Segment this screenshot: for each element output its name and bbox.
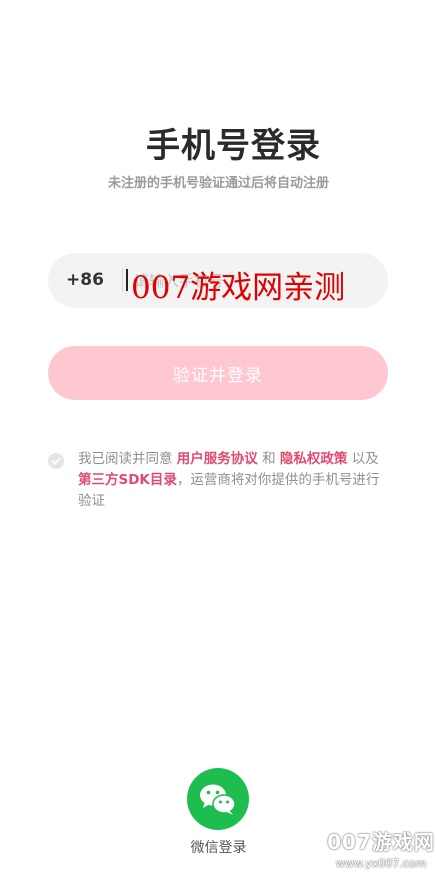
phone-input-container[interactable]: +86 <box>48 253 388 308</box>
check-icon <box>51 457 61 465</box>
agreement-and-2: 以及 <box>351 451 379 467</box>
wechat-login-button[interactable] <box>187 768 249 830</box>
agreement-text: 我已阅读并同意 用户服务协议 和 隐私权政策 以及 第三方SDK目录，运营商将对… <box>78 449 386 512</box>
corner-watermark-url: www.yx007.com <box>335 857 427 870</box>
corner-watermark: 007游戏网 www.yx007.com <box>325 826 437 870</box>
verify-login-button[interactable]: 验证并登录 <box>48 346 388 400</box>
wechat-icon <box>200 784 236 815</box>
agreement-and: 和 <box>262 451 276 467</box>
page-title: 手机号登录 <box>146 126 321 166</box>
country-code-selector[interactable]: +86 <box>66 270 104 290</box>
page-subtitle: 未注册的手机号验证通过后将自动注册 <box>107 176 329 191</box>
privacy-policy-link[interactable]: 隐私权政策 <box>280 451 348 467</box>
agreement-checkbox[interactable] <box>48 453 64 469</box>
divider <box>122 268 123 292</box>
corner-watermark-title: 007游戏网 <box>327 830 435 854</box>
text-cursor <box>126 269 128 291</box>
user-agreement-link[interactable]: 用户服务协议 <box>177 451 258 467</box>
agreement-prefix: 我已阅读并同意 <box>78 451 173 467</box>
sdk-list-link[interactable]: 第三方SDK目录 <box>78 472 177 488</box>
phone-number-input[interactable] <box>132 263 376 299</box>
